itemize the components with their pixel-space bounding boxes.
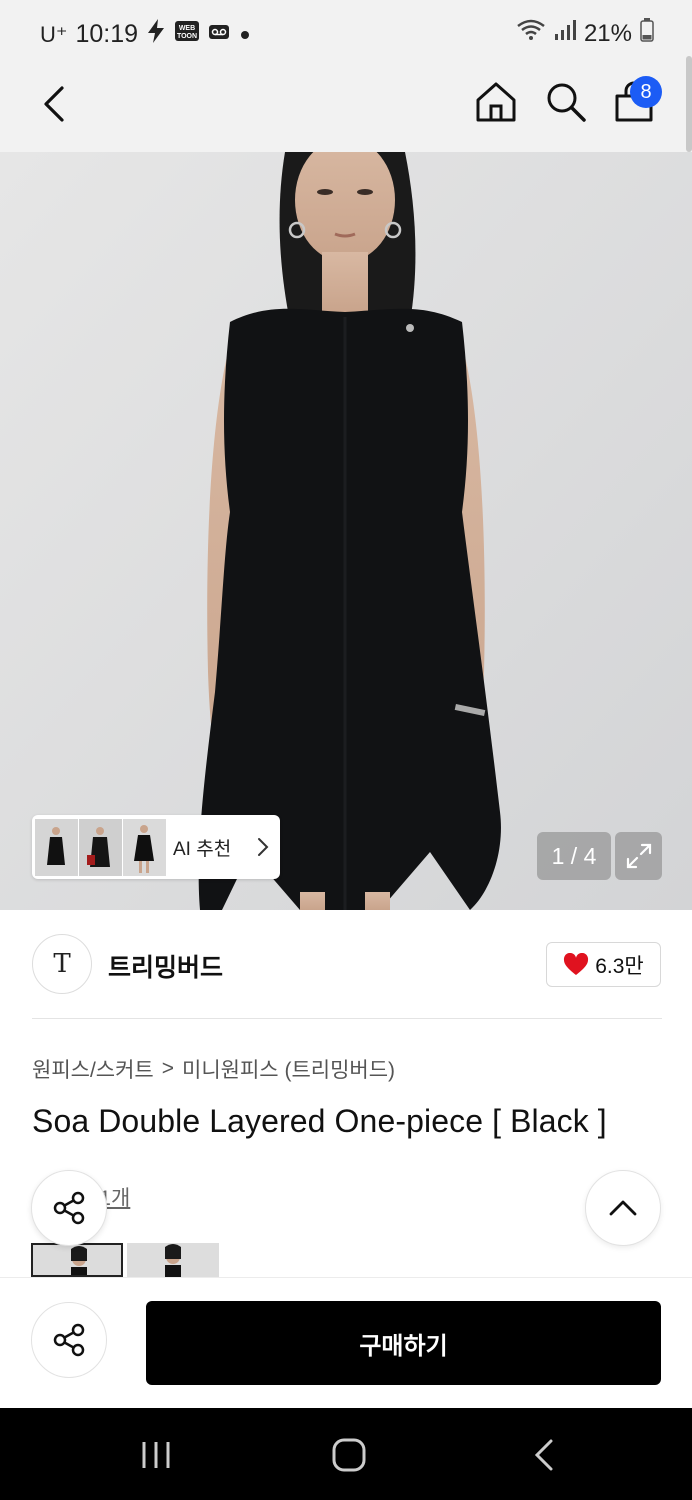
webtoon-badge-text: WEB <box>179 25 195 32</box>
color-option-thumbnail[interactable] <box>127 1243 219 1277</box>
ai-thumbnail <box>79 818 122 876</box>
battery-icon <box>640 18 654 49</box>
share-button[interactable] <box>31 1302 107 1378</box>
product-title: Soa Double Layered One-piece [ Black ] <box>32 1103 607 1139</box>
cart-count-badge: 8 <box>630 76 662 108</box>
scrollbar[interactable] <box>686 56 692 152</box>
breadcrumb-category[interactable]: 원피스/스커트 <box>32 1054 154 1084</box>
charging-icon <box>146 18 166 51</box>
back-button[interactable] <box>34 82 78 126</box>
recent-apps-icon[interactable] <box>138 1440 174 1470</box>
brand-name[interactable]: 트리밍버드 <box>108 948 223 984</box>
breadcrumb-separator: > <box>161 1057 175 1080</box>
brand-logo[interactable]: T <box>32 934 92 994</box>
bottom-action-bar: 구매하기 <box>0 1277 692 1408</box>
svg-text:TOON: TOON <box>177 33 197 40</box>
expand-image-button[interactable] <box>615 832 662 880</box>
battery-percent: 21% <box>583 19 632 47</box>
color-option-thumbnail[interactable] <box>31 1243 123 1277</box>
search-button[interactable] <box>544 80 588 124</box>
chevron-up-icon <box>609 1200 637 1216</box>
breadcrumb: 원피스/스커트 > 미니원피스 (트리밍버드) <box>32 1054 395 1084</box>
brand-logo-letter: T <box>53 949 71 979</box>
scroll-to-top-button[interactable] <box>585 1170 661 1246</box>
carrier-label: U⁺ <box>40 21 68 47</box>
buy-button[interactable]: 구매하기 <box>146 1301 661 1385</box>
heart-icon <box>564 952 589 975</box>
expand-icon <box>626 843 651 869</box>
webtoon-icon: WEB TOON <box>174 19 200 50</box>
model-photo <box>0 152 692 910</box>
share-icon <box>53 1191 85 1225</box>
home-nav-icon[interactable] <box>332 1438 366 1472</box>
ai-recommend-card[interactable]: AI 추천 <box>32 815 280 879</box>
notification-dot-icon <box>238 20 252 49</box>
wifi-icon <box>516 18 546 49</box>
ai-thumbnail <box>35 818 78 876</box>
ai-thumbnail <box>123 818 166 876</box>
search-icon <box>547 83 586 122</box>
chevron-left-icon <box>44 86 64 122</box>
share-icon <box>53 1323 85 1357</box>
back-nav-icon[interactable] <box>532 1438 556 1472</box>
image-page-counter: 1 / 4 <box>537 832 611 880</box>
divider <box>32 1018 662 1019</box>
ai-recommend-label: AI 추천 <box>173 838 232 860</box>
clock: 10:19 <box>75 20 139 48</box>
chevron-right-icon <box>258 838 269 856</box>
system-navigation-bar <box>0 1408 692 1500</box>
signal-icon <box>554 19 576 48</box>
product-image[interactable] <box>0 152 692 910</box>
home-icon <box>476 82 516 122</box>
floating-share-button[interactable] <box>31 1170 107 1246</box>
top-nav-bar <box>0 66 692 152</box>
home-button[interactable] <box>474 80 518 124</box>
voicemail-icon <box>208 20 230 49</box>
like-button[interactable]: 6.3만 <box>546 942 661 987</box>
like-count: 6.3만 <box>595 954 644 978</box>
status-bar: U⁺ 10:19 WEB TOON 21% <box>0 0 692 66</box>
breadcrumb-subcategory[interactable]: 미니원피스 (트리밍버드) <box>182 1054 395 1084</box>
